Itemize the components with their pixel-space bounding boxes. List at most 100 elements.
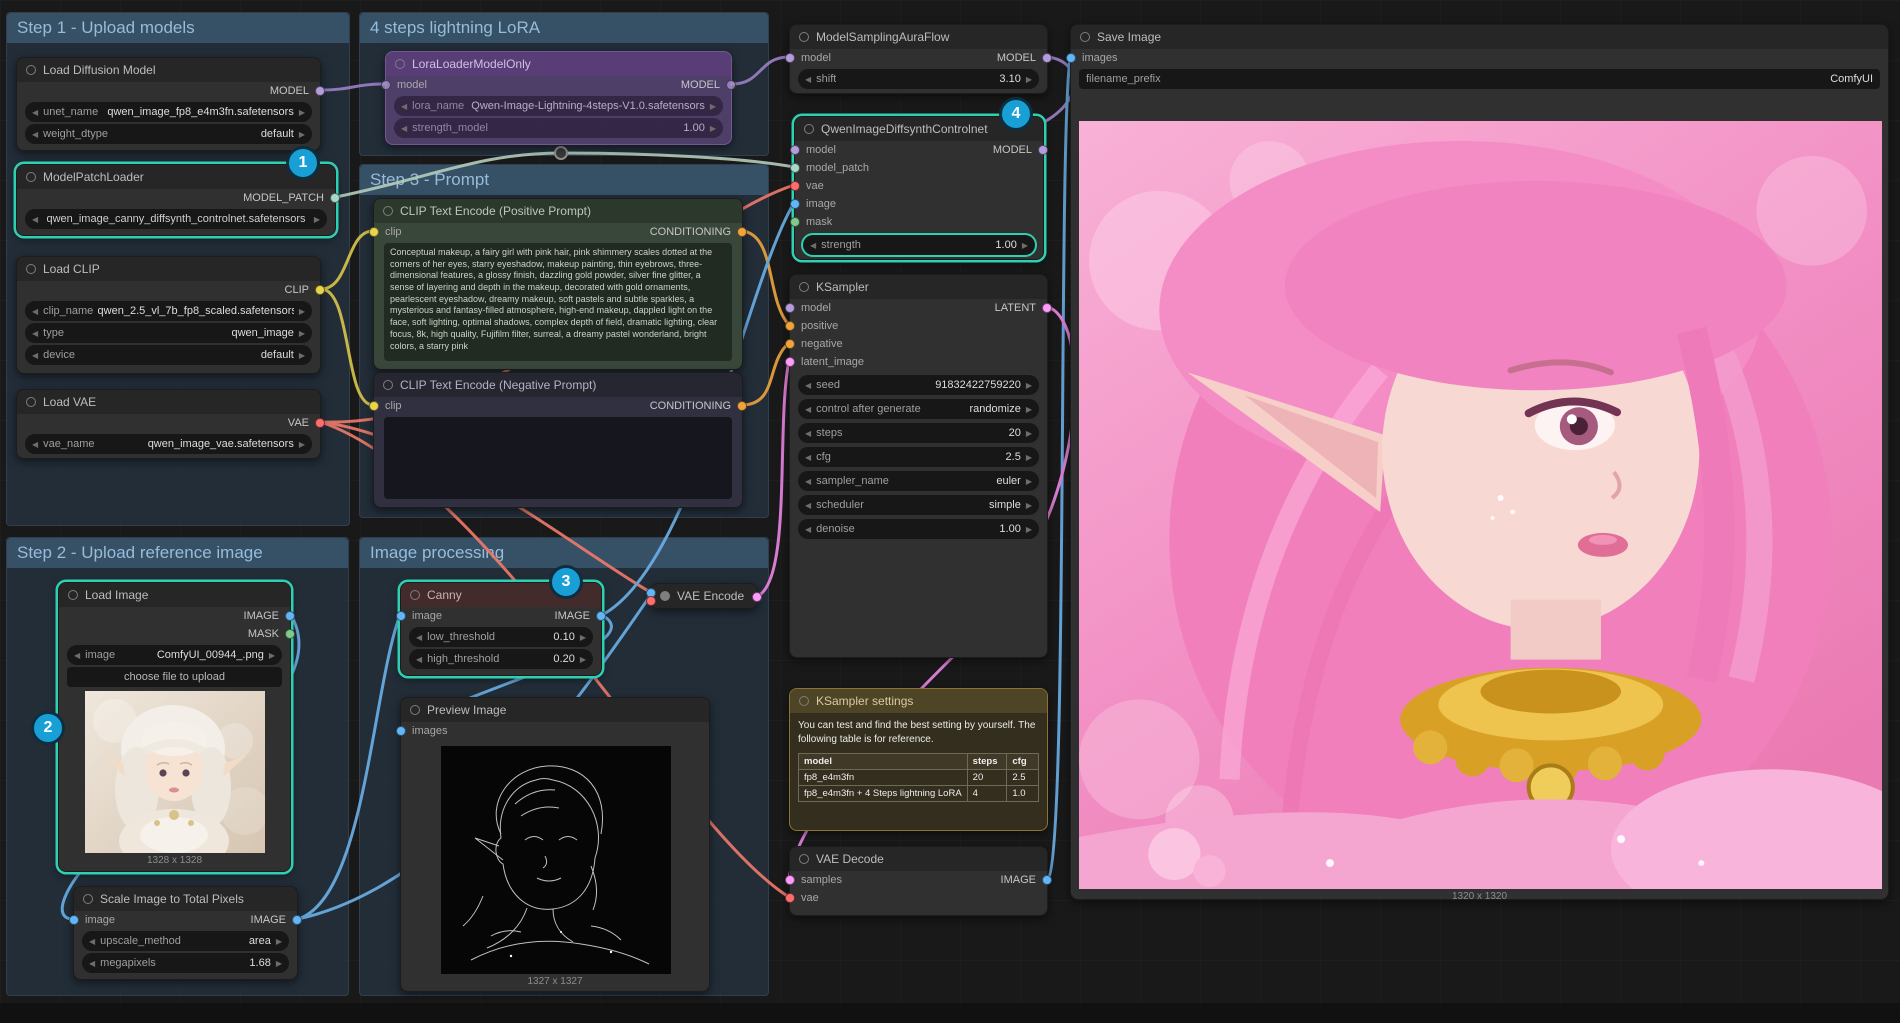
vae-input-port[interactable] (785, 893, 795, 903)
left-arrow-icon[interactable]: ◀ (805, 405, 811, 414)
left-arrow-icon[interactable]: ◀ (805, 477, 811, 486)
collapse-toggle-icon[interactable] (26, 264, 36, 274)
left-arrow-icon[interactable]: ◀ (805, 75, 811, 84)
node-load-image[interactable]: Load Image IMAGE MASK ◀ image ComfyUI_00… (58, 582, 291, 872)
image-output-port[interactable] (285, 611, 295, 621)
left-arrow-icon[interactable]: ◀ (401, 124, 407, 133)
model-input-port[interactable] (785, 303, 795, 313)
collapse-toggle-icon[interactable] (395, 59, 405, 69)
node-save-image[interactable]: Save Image images filename_prefix ComfyU… (1070, 24, 1889, 900)
node-header[interactable]: Load Image (59, 583, 290, 607)
node-ksampler[interactable]: KSampler model LATENT positive negative … (789, 274, 1048, 658)
image-input-port[interactable] (396, 611, 406, 621)
left-arrow-icon[interactable]: ◀ (805, 453, 811, 462)
right-arrow-icon[interactable]: ▶ (269, 651, 275, 660)
model-output-port[interactable] (1042, 53, 1052, 63)
node-load-diffusion-model[interactable]: Load Diffusion Model MODEL ◀ unet_name q… (16, 57, 321, 151)
upscale-method-widget[interactable]: ◀ upscale_method area ▶ (82, 931, 289, 951)
collapse-toggle-icon[interactable] (799, 854, 809, 864)
node-header[interactable]: CLIP Text Encode (Negative Prompt) (374, 373, 742, 397)
node-load-vae[interactable]: Load VAE VAE ◀ vae_name qwen_image_vae.s… (16, 389, 321, 459)
right-arrow-icon[interactable]: ▶ (580, 633, 586, 642)
left-arrow-icon[interactable]: ◀ (805, 429, 811, 438)
high-threshold-widget[interactable]: ◀ high_threshold 0.20 ▶ (409, 649, 593, 669)
steps-widget[interactable]: ◀ steps 20 ▶ (798, 423, 1039, 443)
node-header[interactable]: KSampler settings (790, 689, 1047, 713)
group-step2-title[interactable]: Step 2 - Upload reference image (7, 538, 348, 568)
node-header[interactable]: VAE Decode (790, 847, 1047, 871)
right-arrow-icon[interactable]: ▶ (1026, 381, 1032, 390)
collapse-toggle-icon[interactable] (83, 894, 93, 904)
left-arrow-icon[interactable]: ◀ (805, 501, 811, 510)
positive-prompt-textarea[interactable]: Conceptual makeup, a fairy girl with pin… (384, 243, 732, 361)
negative-input-port[interactable] (785, 339, 795, 349)
group-imgproc-title[interactable]: Image processing (360, 538, 768, 568)
unet-name-widget[interactable]: ◀ unet_name qwen_image_fp8_e4m3fn.safete… (25, 102, 312, 122)
weight-dtype-widget[interactable]: ◀ weight_dtype default ▶ (25, 124, 312, 144)
node-scale-image-total-pixels[interactable]: Scale Image to Total Pixels image IMAGE … (73, 886, 298, 980)
left-arrow-icon[interactable]: ◀ (805, 381, 811, 390)
model-input-port[interactable] (785, 53, 795, 63)
collapse-toggle-icon[interactable] (660, 591, 670, 601)
positive-input-port[interactable] (785, 321, 795, 331)
left-arrow-icon[interactable]: ◀ (32, 440, 38, 449)
latent-output-port[interactable] (1042, 303, 1052, 313)
right-arrow-icon[interactable]: ▶ (1026, 429, 1032, 438)
collapse-toggle-icon[interactable] (26, 397, 36, 407)
conditioning-output-port[interactable] (737, 401, 747, 411)
node-header[interactable]: Scale Image to Total Pixels (74, 887, 297, 911)
clip-device-widget[interactable]: ◀ device default ▶ (25, 345, 312, 365)
left-arrow-icon[interactable]: ◀ (74, 651, 80, 660)
image-output-port[interactable] (1042, 875, 1052, 885)
latent-image-input-port[interactable] (785, 357, 795, 367)
model-output-port[interactable] (315, 86, 325, 96)
negative-prompt-textarea[interactable] (384, 417, 732, 499)
left-arrow-icon[interactable]: ◀ (32, 215, 38, 224)
choose-file-button[interactable]: choose file to upload (67, 667, 282, 687)
denoise-widget[interactable]: ◀ denoise 1.00 ▶ (798, 519, 1039, 539)
model-input-port[interactable] (790, 145, 800, 155)
right-arrow-icon[interactable]: ▶ (1022, 241, 1028, 250)
latent-output-port[interactable] (752, 592, 762, 602)
sampler-name-widget[interactable]: ◀ sampler_name euler ▶ (798, 471, 1039, 491)
right-arrow-icon[interactable]: ▶ (299, 307, 305, 316)
patch-name-widget[interactable]: ◀ qwen_image_canny_diffsynth_controlnet.… (25, 209, 327, 229)
strength-widget[interactable]: ◀ strength 1.00 ▶ (803, 235, 1035, 255)
clip-input-port[interactable] (369, 227, 379, 237)
node-header[interactable]: KSampler (790, 275, 1047, 299)
collapse-toggle-icon[interactable] (410, 705, 420, 715)
right-arrow-icon[interactable]: ▶ (299, 329, 305, 338)
right-arrow-icon[interactable]: ▶ (710, 124, 716, 133)
model-patch-output-port[interactable] (330, 193, 340, 203)
collapse-toggle-icon[interactable] (799, 282, 809, 292)
collapse-toggle-icon[interactable] (799, 696, 809, 706)
node-vae-encode[interactable]: VAE Encode (650, 583, 758, 609)
mask-input-port[interactable] (790, 217, 800, 227)
conditioning-output-port[interactable] (737, 227, 747, 237)
node-lora-loader-model-only[interactable]: LoraLoaderModelOnly model MODEL ◀ lora_n… (385, 51, 732, 145)
right-arrow-icon[interactable]: ▶ (299, 440, 305, 449)
model-input-port[interactable] (381, 80, 391, 90)
node-header[interactable]: Load VAE (17, 390, 320, 414)
collapse-toggle-icon[interactable] (804, 124, 814, 134)
collapse-toggle-icon[interactable] (383, 206, 393, 216)
right-arrow-icon[interactable]: ▶ (299, 351, 305, 360)
vae-input-port[interactable] (646, 596, 656, 606)
right-arrow-icon[interactable]: ▶ (580, 655, 586, 664)
left-arrow-icon[interactable]: ◀ (89, 959, 95, 968)
right-arrow-icon[interactable]: ▶ (1026, 501, 1032, 510)
right-arrow-icon[interactable]: ▶ (1026, 75, 1032, 84)
node-header[interactable]: CLIP Text Encode (Positive Prompt) (374, 199, 742, 223)
group-lora-title[interactable]: 4 steps lightning LoRA (360, 13, 768, 43)
clip-type-widget[interactable]: ◀ type qwen_image ▶ (25, 323, 312, 343)
left-arrow-icon[interactable]: ◀ (32, 307, 38, 316)
left-arrow-icon[interactable]: ◀ (89, 937, 95, 946)
vae-output-port[interactable] (315, 418, 325, 428)
image-output-port[interactable] (596, 611, 606, 621)
node-header[interactable]: Preview Image (401, 698, 709, 722)
collapse-toggle-icon[interactable] (68, 590, 78, 600)
group-step3-title[interactable]: Step 3 - Prompt (360, 165, 768, 195)
node-load-clip[interactable]: Load CLIP CLIP ◀ clip_name qwen_2.5_vl_7… (16, 256, 321, 374)
left-arrow-icon[interactable]: ◀ (416, 633, 422, 642)
mask-output-port[interactable] (285, 629, 295, 639)
